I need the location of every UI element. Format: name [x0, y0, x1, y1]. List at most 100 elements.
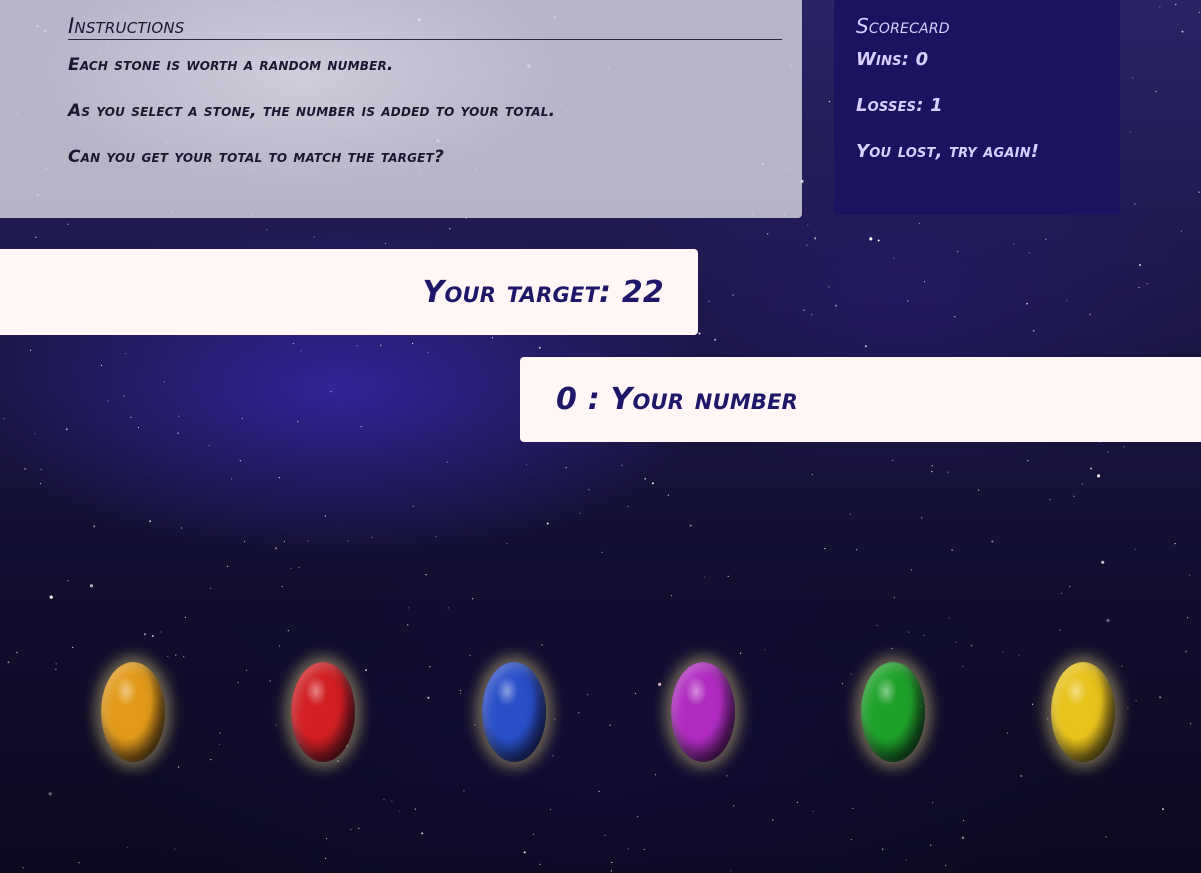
- star: [955, 641, 957, 643]
- star: [412, 505, 414, 507]
- stones-row: [0, 662, 1201, 764]
- scorecard-panel: Scorecard Wins: 0 Losses: 1 You lost, tr…: [834, 0, 1120, 215]
- star: [621, 464, 623, 466]
- star: [689, 524, 692, 527]
- star: [279, 645, 281, 647]
- star: [1181, 30, 1184, 33]
- star: [644, 477, 647, 480]
- star: [532, 833, 535, 835]
- star: [726, 775, 728, 777]
- star: [727, 575, 729, 578]
- star: [1162, 808, 1164, 811]
- star: [89, 584, 94, 588]
- star: [907, 300, 909, 302]
- star: [627, 505, 629, 508]
- star: [525, 464, 528, 466]
- star: [550, 808, 552, 811]
- star: [290, 567, 292, 570]
- star: [297, 421, 299, 423]
- star: [767, 233, 769, 235]
- star: [1045, 238, 1047, 240]
- star: [208, 444, 210, 447]
- target-text: Your target: 22: [422, 274, 664, 310]
- star: [1090, 467, 1092, 470]
- star: [811, 474, 814, 476]
- star: [78, 862, 80, 864]
- star: [414, 808, 416, 810]
- star: [1139, 264, 1142, 266]
- star: [1134, 548, 1136, 550]
- star: [963, 820, 965, 822]
- yellow-stone-button[interactable]: [1051, 662, 1115, 762]
- star: [412, 342, 414, 345]
- star: [1132, 77, 1134, 79]
- star: [241, 417, 243, 419]
- star: [491, 337, 494, 339]
- star: [307, 540, 309, 542]
- star: [384, 242, 386, 245]
- star: [1180, 230, 1182, 232]
- star: [1059, 629, 1061, 631]
- purple-stone-button[interactable]: [671, 662, 735, 762]
- star: [538, 346, 541, 349]
- instructions-panel: Instructions Each stone is worth a rando…: [0, 0, 802, 218]
- star: [764, 649, 766, 651]
- star: [275, 547, 278, 550]
- star: [546, 522, 549, 525]
- star: [1027, 460, 1029, 462]
- star: [446, 461, 448, 463]
- star: [703, 576, 705, 578]
- star: [313, 236, 315, 238]
- star: [824, 548, 826, 550]
- star: [970, 644, 973, 647]
- star: [1101, 560, 1105, 564]
- star: [391, 800, 393, 802]
- green-stone-button[interactable]: [861, 662, 925, 762]
- star: [671, 595, 673, 597]
- star: [1123, 446, 1125, 448]
- star: [1020, 775, 1023, 777]
- star: [181, 527, 183, 529]
- star: [244, 540, 246, 543]
- star: [1018, 655, 1020, 657]
- star: [931, 465, 933, 467]
- red-stone-button[interactable]: [291, 662, 355, 762]
- star: [667, 494, 669, 496]
- blue-stone-button[interactable]: [482, 662, 546, 762]
- star: [796, 801, 799, 803]
- star: [708, 300, 710, 302]
- star: [1081, 483, 1083, 485]
- orange-stone-button[interactable]: [101, 662, 165, 762]
- star: [698, 332, 701, 335]
- star: [183, 656, 185, 658]
- star: [1129, 131, 1131, 133]
- star: [604, 834, 606, 837]
- star: [167, 655, 169, 657]
- star: [151, 635, 154, 637]
- star: [811, 314, 813, 316]
- star: [932, 802, 934, 804]
- star: [160, 631, 162, 633]
- star: [882, 848, 884, 850]
- star: [125, 352, 127, 355]
- star: [931, 471, 933, 473]
- instructions-title: Instructions: [68, 14, 782, 40]
- star: [231, 478, 233, 480]
- star: [1106, 618, 1110, 623]
- star: [427, 351, 429, 354]
- result-message: You lost, try again!: [856, 141, 1040, 162]
- star: [472, 598, 474, 600]
- star: [637, 816, 639, 818]
- star: [579, 512, 581, 514]
- star: [1175, 3, 1177, 6]
- star: [539, 863, 541, 865]
- star: [163, 381, 165, 383]
- star: [893, 597, 895, 599]
- star: [740, 652, 742, 654]
- star: [812, 810, 814, 812]
- star: [852, 807, 854, 810]
- star: [177, 432, 179, 434]
- star: [325, 838, 328, 840]
- star: [1138, 287, 1140, 289]
- star: [175, 654, 177, 656]
